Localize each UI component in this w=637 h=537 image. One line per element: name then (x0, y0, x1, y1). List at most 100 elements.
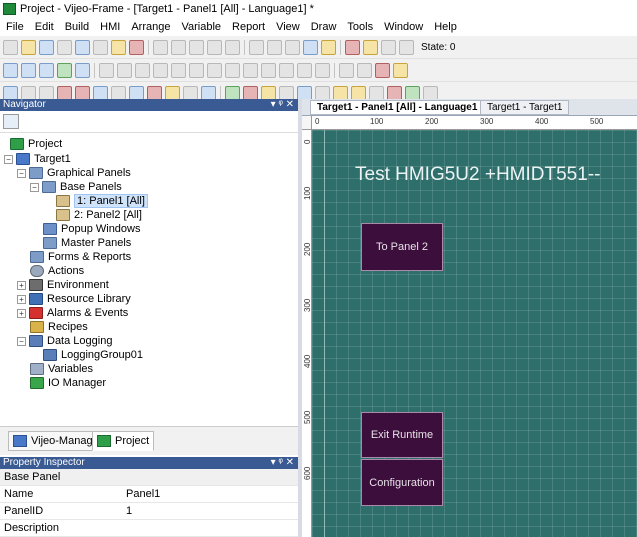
tree-item-forms-reports[interactable]: Forms & Reports (30, 250, 131, 264)
tree-item-data-logging[interactable]: − Data Logging (17, 334, 112, 348)
to-panel2-button[interactable]: To Panel 2 (361, 223, 443, 271)
home-icon[interactable] (321, 39, 336, 55)
collapse-icon[interactable]: − (4, 154, 13, 164)
security-icon[interactable] (345, 39, 360, 55)
collapse-icon[interactable]: − (17, 168, 26, 178)
property-row[interactable]: Description (0, 520, 298, 537)
tree-item-alarms-events[interactable]: + Alarms & Events (17, 306, 128, 320)
zoom-icon[interactable] (39, 62, 54, 78)
font-icon[interactable] (393, 62, 408, 78)
menu-view[interactable]: View (276, 21, 300, 33)
tree-item-project[interactable]: Project (10, 137, 62, 151)
paste-icon[interactable] (207, 39, 222, 55)
menu-hmi[interactable]: HMI (100, 21, 120, 33)
open-icon[interactable] (21, 39, 36, 55)
download-icon[interactable] (111, 39, 126, 55)
exit-runtime-button[interactable]: Exit Runtime (361, 412, 443, 458)
navigator-properties-icon[interactable] (3, 114, 19, 129)
undo-icon[interactable] (153, 39, 168, 55)
property-row[interactable]: Name Panel1 (0, 486, 298, 503)
same-size-icon[interactable] (315, 62, 330, 78)
menu-file[interactable]: File (6, 21, 24, 33)
distribute-icon[interactable] (297, 62, 312, 78)
project-icon (10, 138, 24, 150)
expand-icon[interactable]: + (17, 294, 26, 304)
copy-icon[interactable] (189, 39, 204, 55)
property-value[interactable]: 1 (122, 505, 132, 517)
align-left-icon[interactable] (189, 62, 204, 78)
tree-item-io-manager[interactable]: IO Manager (30, 376, 106, 390)
menu-help[interactable]: Help (434, 21, 457, 33)
tree-item-panel2[interactable]: 2: Panel2 [All] (56, 208, 142, 222)
hmi-title-text[interactable]: Test HMIG5U2 +HMIDT551-- (355, 164, 600, 186)
save-icon[interactable] (39, 39, 54, 55)
zoom-in-icon[interactable] (399, 39, 414, 55)
menu-arrange[interactable]: Arrange (131, 21, 170, 33)
configuration-button[interactable]: Configuration (361, 459, 443, 506)
nudge-icon[interactable] (339, 62, 354, 78)
lock-icon[interactable] (363, 39, 378, 55)
panel-editor-canvas[interactable]: Test HMIG5U2 +HMIDT551-- To Panel 2 Exit… (312, 130, 637, 537)
tree-item-master-panels[interactable]: Master Panels (43, 236, 131, 250)
build-icon[interactable] (75, 39, 90, 55)
zoom-out-icon[interactable] (381, 39, 396, 55)
tree-item-resource-library[interactable]: + Resource Library (17, 292, 131, 306)
preview-icon[interactable] (75, 62, 90, 78)
navigator-controls[interactable]: ▾ ᵠ ✕ (271, 99, 294, 111)
redo-icon[interactable] (171, 39, 186, 55)
tree-item-variables[interactable]: Variables (30, 362, 93, 376)
menu-draw[interactable]: Draw (311, 21, 337, 33)
forward-icon[interactable] (267, 39, 282, 55)
expand-icon[interactable]: + (17, 308, 26, 318)
flip-icon[interactable] (153, 62, 168, 78)
menu-edit[interactable]: Edit (35, 21, 54, 33)
collapse-icon[interactable]: − (17, 336, 26, 346)
group-icon[interactable] (99, 62, 114, 78)
align-bottom-icon[interactable] (279, 62, 294, 78)
tab-label: Project (115, 435, 150, 447)
property-group-row[interactable]: Base Panel (0, 469, 298, 486)
rotate-icon[interactable] (135, 62, 150, 78)
property-value[interactable]: Panel1 (122, 488, 160, 500)
property-key: Description (4, 522, 60, 534)
menu-report[interactable]: Report (232, 21, 265, 33)
tree-item-popup-windows[interactable]: Popup Windows (43, 222, 141, 236)
align-right-icon[interactable] (225, 62, 240, 78)
simulate-icon[interactable] (129, 39, 144, 55)
tab-project[interactable]: Project (92, 431, 155, 451)
color-icon[interactable] (375, 62, 390, 78)
ungroup-icon[interactable] (117, 62, 132, 78)
tab-panel1-document[interactable]: Target1 - Panel1 [All] - Language1 ✕ (310, 100, 499, 115)
delete-icon[interactable] (225, 39, 240, 55)
tree-item-target[interactable]: − Target1 (4, 152, 71, 166)
spacing-icon[interactable] (357, 62, 372, 78)
tree-item-logging-group[interactable]: LoggingGroup01 (43, 348, 143, 362)
menu-window[interactable]: Window (384, 21, 423, 33)
expand-icon[interactable]: + (17, 280, 26, 290)
grid-icon[interactable] (3, 62, 18, 78)
panel-icon[interactable] (303, 39, 318, 55)
menu-tools[interactable]: Tools (347, 21, 373, 33)
snap-icon[interactable] (21, 62, 36, 78)
tab-target-document[interactable]: Target1 - Target1 (480, 100, 570, 115)
tree-item-environment[interactable]: + Environment (17, 278, 109, 292)
collapse-icon[interactable]: − (30, 182, 39, 192)
menu-variable[interactable]: Variable (181, 21, 221, 33)
order-icon[interactable] (171, 62, 186, 78)
menu-build[interactable]: Build (65, 21, 89, 33)
tree-item-base-panels[interactable]: − Base Panels (30, 180, 122, 194)
validate-icon[interactable] (93, 39, 108, 55)
tree-item-recipes[interactable]: Recipes (30, 320, 88, 334)
property-inspector-controls[interactable]: ▾ ᵠ ✕ (271, 457, 294, 469)
tree-item-graphical-panels[interactable]: − Graphical Panels (17, 166, 131, 180)
cut-icon[interactable] (57, 39, 72, 55)
align-center-icon[interactable] (207, 62, 222, 78)
align-top-icon[interactable] (243, 62, 258, 78)
layer-icon[interactable] (57, 62, 72, 78)
back-icon[interactable] (249, 39, 264, 55)
tree-item-actions[interactable]: Actions (30, 264, 84, 278)
align-middle-icon[interactable] (261, 62, 276, 78)
stop-icon[interactable] (285, 39, 300, 55)
property-row[interactable]: PanelID 1 (0, 503, 298, 520)
tree-item-panel1[interactable]: 1: Panel1 [All] (56, 194, 148, 208)
